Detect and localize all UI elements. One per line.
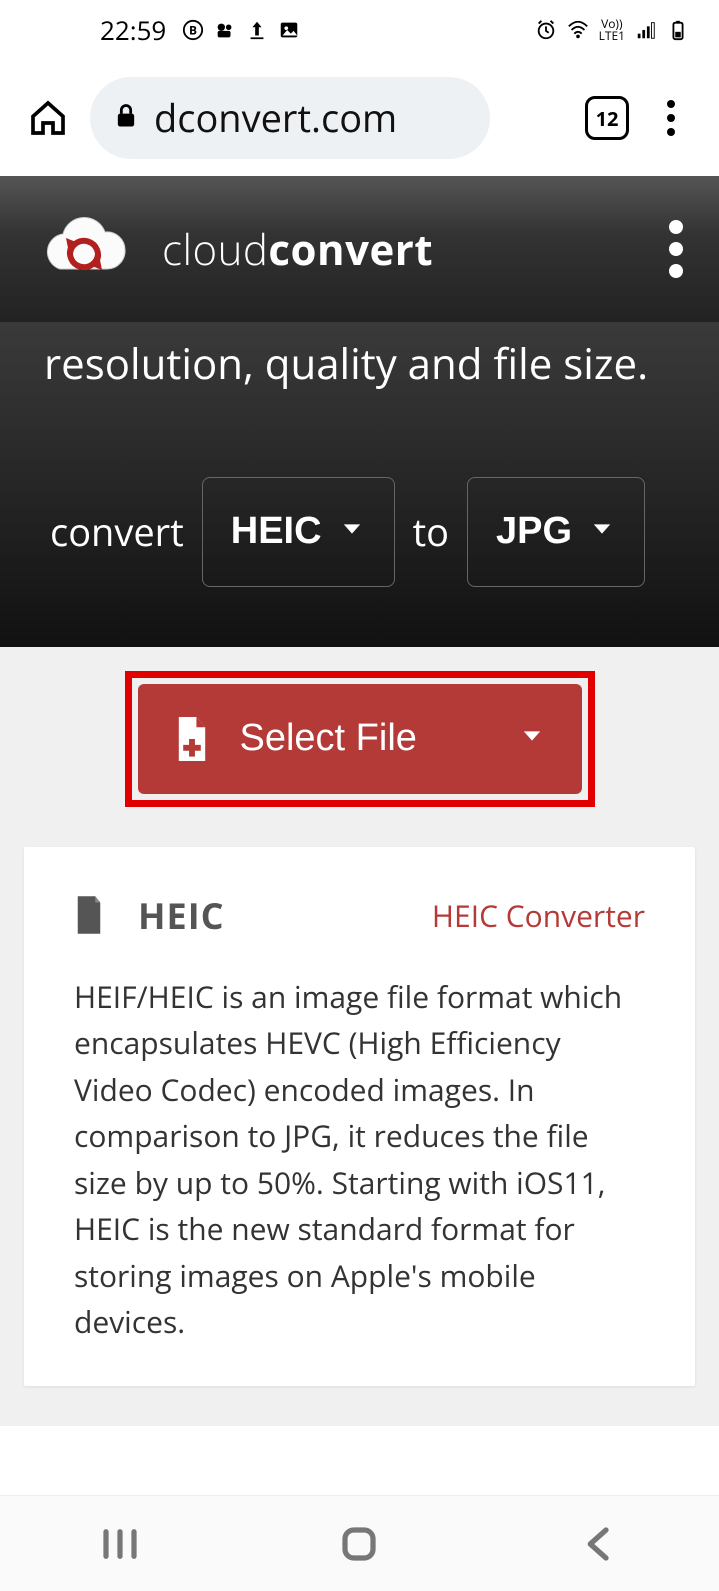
home-button[interactable] [329, 1514, 389, 1574]
circle-b-icon: B [182, 19, 204, 41]
tab-count-button[interactable]: 12 [585, 96, 629, 140]
status-right: Vo)) LTE1 [535, 19, 689, 41]
select-file-button[interactable]: Select File [138, 684, 582, 794]
card-header: HEIC HEIC Converter [74, 891, 645, 940]
site-menu-button[interactable] [669, 220, 689, 278]
format-info-card: HEIC HEIC Converter HEIF/HEIC is an imag… [24, 847, 695, 1386]
android-status-bar: 22:59 B Vo)) LTE1 [0, 0, 719, 60]
chevron-down-icon [338, 510, 366, 553]
url-text: dconvert.com [154, 92, 397, 144]
browser-menu-button[interactable] [649, 96, 693, 140]
from-format-dropdown[interactable]: HEIC [202, 477, 395, 587]
image-icon [278, 19, 300, 41]
svg-text:B: B [189, 23, 197, 39]
upload-icon [246, 19, 268, 41]
browser-home-button[interactable] [26, 96, 70, 140]
content-area: Select File HEIC HEIC Converter HEIF/HEI… [0, 647, 719, 1426]
site-brand[interactable]: cloudconvert [162, 221, 433, 278]
hero-section: resolution, quality and file size. conve… [0, 322, 719, 647]
recents-button[interactable] [90, 1514, 150, 1574]
select-file-label: Select File [240, 717, 488, 760]
chevron-down-icon[interactable] [518, 717, 546, 760]
select-file-highlight: Select File [125, 671, 595, 807]
converter-link[interactable]: HEIC Converter [432, 895, 645, 936]
document-icon [74, 895, 104, 935]
format-name: HEIC [138, 891, 225, 940]
to-label: to [413, 506, 449, 558]
to-format-dropdown[interactable]: JPG [467, 477, 645, 587]
convert-label: convert [50, 506, 184, 558]
browser-toolbar: dconvert.com 12 [0, 60, 719, 176]
status-time: 22:59 [100, 12, 166, 48]
signal-icon [635, 19, 657, 41]
cloudconvert-logo[interactable] [30, 214, 140, 284]
wifi-icon [567, 19, 589, 41]
status-left: 22:59 B [100, 12, 300, 48]
site-header: cloudconvert [0, 176, 719, 322]
back-button[interactable] [569, 1514, 629, 1574]
url-bar[interactable]: dconvert.com [90, 77, 490, 159]
chevron-down-icon [588, 510, 616, 553]
format-description: HEIF/HEIC is an image file format which … [74, 974, 645, 1346]
android-nav-bar [0, 1495, 719, 1591]
alarm-icon [535, 19, 557, 41]
teams-icon [214, 19, 236, 41]
battery-icon [667, 19, 689, 41]
convert-row: convert HEIC to JPG [44, 477, 675, 587]
volte-indicator: Vo)) LTE1 [599, 19, 625, 41]
file-add-icon [174, 717, 210, 761]
hero-tagline: resolution, quality and file size. [44, 336, 675, 393]
lock-icon [112, 102, 140, 135]
